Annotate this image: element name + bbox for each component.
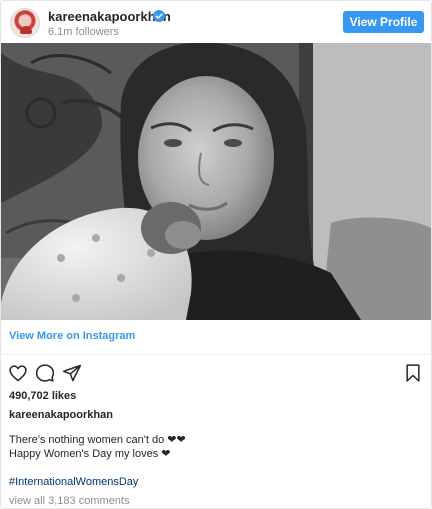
view-more-row: View More on Instagram xyxy=(1,320,431,355)
view-profile-button[interactable]: View Profile xyxy=(343,11,424,33)
caption-line: There's nothing women can't do ❤❤ xyxy=(9,434,186,446)
post-caption: There's nothing women can't do ❤❤ Happy … xyxy=(9,433,186,461)
share-icon[interactable] xyxy=(62,363,82,383)
follower-count: 6.1m followers xyxy=(48,26,119,38)
view-more-link[interactable]: View More on Instagram xyxy=(9,330,135,342)
like-count[interactable]: 490,702 likes xyxy=(9,390,76,402)
post-header: kareenakapoorkhan 6.1m followers View Pr… xyxy=(1,1,431,43)
post-image[interactable] xyxy=(1,43,431,320)
heart-icon[interactable] xyxy=(8,363,28,383)
hashtag-link[interactable]: #InternationalWomensDay xyxy=(9,476,138,488)
verified-badge-icon xyxy=(153,10,165,22)
comment-icon[interactable] xyxy=(35,363,55,383)
caption-username[interactable]: kareenakapoorkhan xyxy=(9,409,113,421)
post-image-drawing xyxy=(1,43,431,320)
instagram-embed-card: kareenakapoorkhan 6.1m followers View Pr… xyxy=(0,0,432,509)
view-all-comments-link[interactable]: view all 3,183 comments xyxy=(9,495,129,507)
bookmark-icon[interactable] xyxy=(403,363,423,383)
profile-avatar[interactable] xyxy=(10,8,40,38)
caption-line: Happy Women's Day my loves ❤ xyxy=(9,448,171,460)
